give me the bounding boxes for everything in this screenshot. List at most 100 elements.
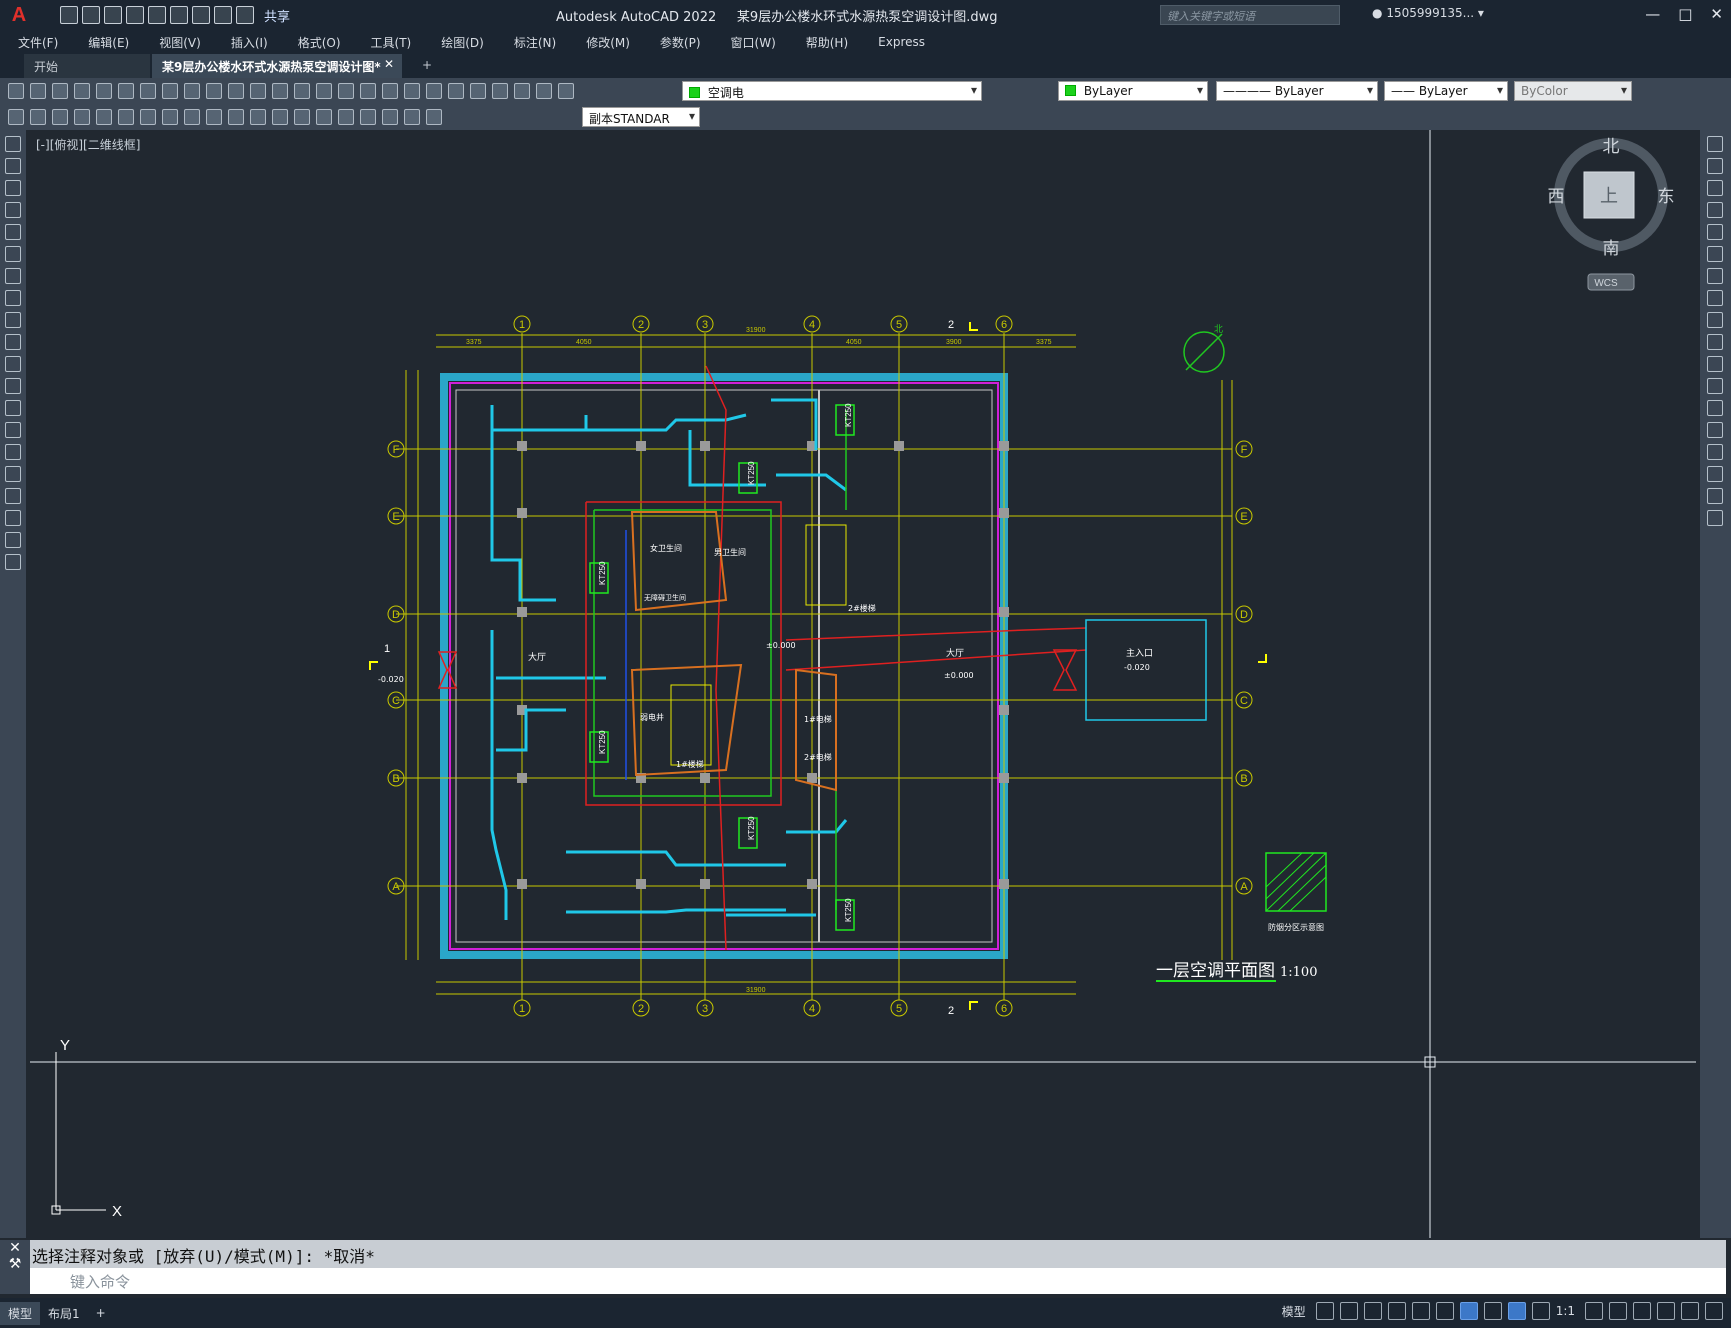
save-icon[interactable] <box>52 83 68 99</box>
save-web-icon[interactable] <box>170 6 188 24</box>
menu-help[interactable]: 帮助(H) <box>806 34 848 51</box>
drawing-viewport[interactable]: [-][俯视][二维线框] Y X 上 北 南 东 西 WCS 1 2 3 4 … <box>26 130 1700 1238</box>
make-block-icon[interactable] <box>5 400 21 416</box>
polygon-icon[interactable] <box>5 202 21 218</box>
plot-icon[interactable] <box>192 6 210 24</box>
annotation-scale-icon[interactable] <box>1531 1302 1550 1320</box>
paste-icon[interactable] <box>206 83 222 99</box>
properties-icon[interactable] <box>404 83 420 99</box>
help-search-input[interactable]: 键入关键字或短语 <box>1160 5 1340 25</box>
fillet-icon[interactable] <box>1707 466 1723 482</box>
osnap-icon[interactable] <box>1459 1302 1478 1320</box>
share-button[interactable]: 共享 <box>264 6 290 25</box>
open-web-icon[interactable] <box>148 6 166 24</box>
lineweight-icon[interactable] <box>1483 1302 1502 1320</box>
polyline-icon[interactable] <box>5 180 21 196</box>
dim-break-icon[interactable] <box>272 109 288 125</box>
close-icon[interactable]: ✕ <box>0 1240 30 1256</box>
mirror-icon[interactable] <box>1707 180 1723 196</box>
match-prop-icon[interactable] <box>228 83 244 99</box>
pan-icon[interactable] <box>316 83 332 99</box>
cut-icon[interactable] <box>162 83 178 99</box>
publish-icon[interactable] <box>118 83 134 99</box>
chamfer-icon[interactable] <box>1707 444 1723 460</box>
plotstyle-dropdown[interactable]: ByColor ▾ <box>1514 81 1632 101</box>
new-tab-button[interactable]: + <box>412 54 436 78</box>
dim-angular-icon[interactable] <box>162 109 178 125</box>
break-icon[interactable] <box>1707 400 1723 416</box>
open-icon[interactable] <box>82 6 100 24</box>
zoom-window-icon[interactable] <box>360 83 376 99</box>
spline-icon[interactable] <box>5 312 21 328</box>
menu-format[interactable]: 格式(O) <box>298 34 341 51</box>
dim-arc-icon[interactable] <box>52 109 68 125</box>
help-icon[interactable] <box>536 83 552 99</box>
design-center-icon[interactable] <box>426 83 442 99</box>
dim-edit-icon[interactable] <box>382 109 398 125</box>
menu-express[interactable]: Express <box>878 35 925 49</box>
workspace-gear-icon[interactable] <box>1585 1302 1603 1320</box>
command-line-handle[interactable]: ✕ ⚒ <box>0 1240 30 1294</box>
tool-palettes-icon[interactable] <box>448 83 464 99</box>
redo-icon[interactable] <box>236 6 254 24</box>
menu-tools[interactable]: 工具(T) <box>371 34 412 51</box>
annotation-scale-value[interactable]: 1:1 <box>1556 1304 1575 1318</box>
snap-icon[interactable] <box>1339 1302 1358 1320</box>
clean-screen-icon[interactable] <box>1681 1302 1699 1320</box>
add-selected-icon[interactable] <box>5 554 21 570</box>
move-icon[interactable] <box>1707 246 1723 262</box>
menu-window[interactable]: 窗口(W) <box>731 34 776 51</box>
dim-baseline-icon[interactable] <box>206 109 222 125</box>
hardware-accel-icon[interactable] <box>1657 1302 1675 1320</box>
add-layout-button[interactable]: + <box>88 1303 114 1323</box>
menu-view[interactable]: 视图(V) <box>159 34 201 51</box>
center-mark-icon[interactable] <box>316 109 332 125</box>
command-input[interactable]: 键入命令 <box>30 1268 1726 1294</box>
trim-icon[interactable] <box>1707 334 1723 350</box>
menu-modify[interactable]: 修改(M) <box>586 34 630 51</box>
dim-space-icon[interactable] <box>250 109 266 125</box>
color-dropdown[interactable]: ByLayer ▾ <box>1058 81 1208 101</box>
tab-document[interactable]: 某9层办公楼水环式水源热泵空调设计图* ✕ <box>152 54 402 78</box>
tab-start[interactable]: 开始 <box>24 54 150 78</box>
tolerance-icon[interactable] <box>294 109 310 125</box>
offset-icon[interactable] <box>1707 202 1723 218</box>
ellipse-icon[interactable] <box>5 334 21 350</box>
rectangle-icon[interactable] <box>5 224 21 240</box>
zoom-previous-icon[interactable] <box>382 83 398 99</box>
annotation-visibility-icon[interactable] <box>1507 1302 1526 1320</box>
polar-icon[interactable] <box>1387 1302 1406 1320</box>
redo-icon[interactable] <box>294 83 310 99</box>
region-icon[interactable] <box>5 488 21 504</box>
ellipse-arc-icon[interactable] <box>5 356 21 372</box>
gradient-icon[interactable] <box>5 466 21 482</box>
dim-continue-icon[interactable] <box>228 109 244 125</box>
otrack-icon[interactable] <box>1435 1302 1454 1320</box>
layer-properties-icon[interactable] <box>558 83 574 99</box>
text-style-dropdown[interactable]: 副本STANDAR ▾ <box>582 107 700 127</box>
zoom-realtime-icon[interactable] <box>338 83 354 99</box>
layer-dropdown[interactable]: 空调电 ▾ <box>682 81 982 101</box>
tab-layout1[interactable]: 布局1 <box>40 1302 88 1325</box>
isodraft-icon[interactable] <box>1411 1302 1430 1320</box>
revcloud-icon[interactable] <box>5 290 21 306</box>
open-icon[interactable] <box>30 83 46 99</box>
autocad-logo-icon[interactable]: A <box>6 2 32 28</box>
arc-icon[interactable] <box>5 246 21 262</box>
menu-file[interactable]: 文件(F) <box>18 34 58 51</box>
blend-icon[interactable] <box>1707 488 1723 504</box>
undo-icon[interactable] <box>272 83 288 99</box>
calculator-icon[interactable] <box>514 83 530 99</box>
save-icon[interactable] <box>104 6 122 24</box>
dim-update-icon[interactable] <box>426 109 442 125</box>
plot-icon[interactable] <box>74 83 90 99</box>
grid-icon[interactable] <box>1315 1302 1334 1320</box>
mtext-icon[interactable] <box>5 532 21 548</box>
join-icon[interactable] <box>1707 422 1723 438</box>
menu-edit[interactable]: 编辑(E) <box>88 34 129 51</box>
stretch-icon[interactable] <box>1707 312 1723 328</box>
3d-print-icon[interactable] <box>140 83 156 99</box>
point-icon[interactable] <box>5 422 21 438</box>
menu-draw[interactable]: 绘图(D) <box>441 34 484 51</box>
model-space-toggle[interactable]: 模型 <box>1282 1303 1306 1320</box>
